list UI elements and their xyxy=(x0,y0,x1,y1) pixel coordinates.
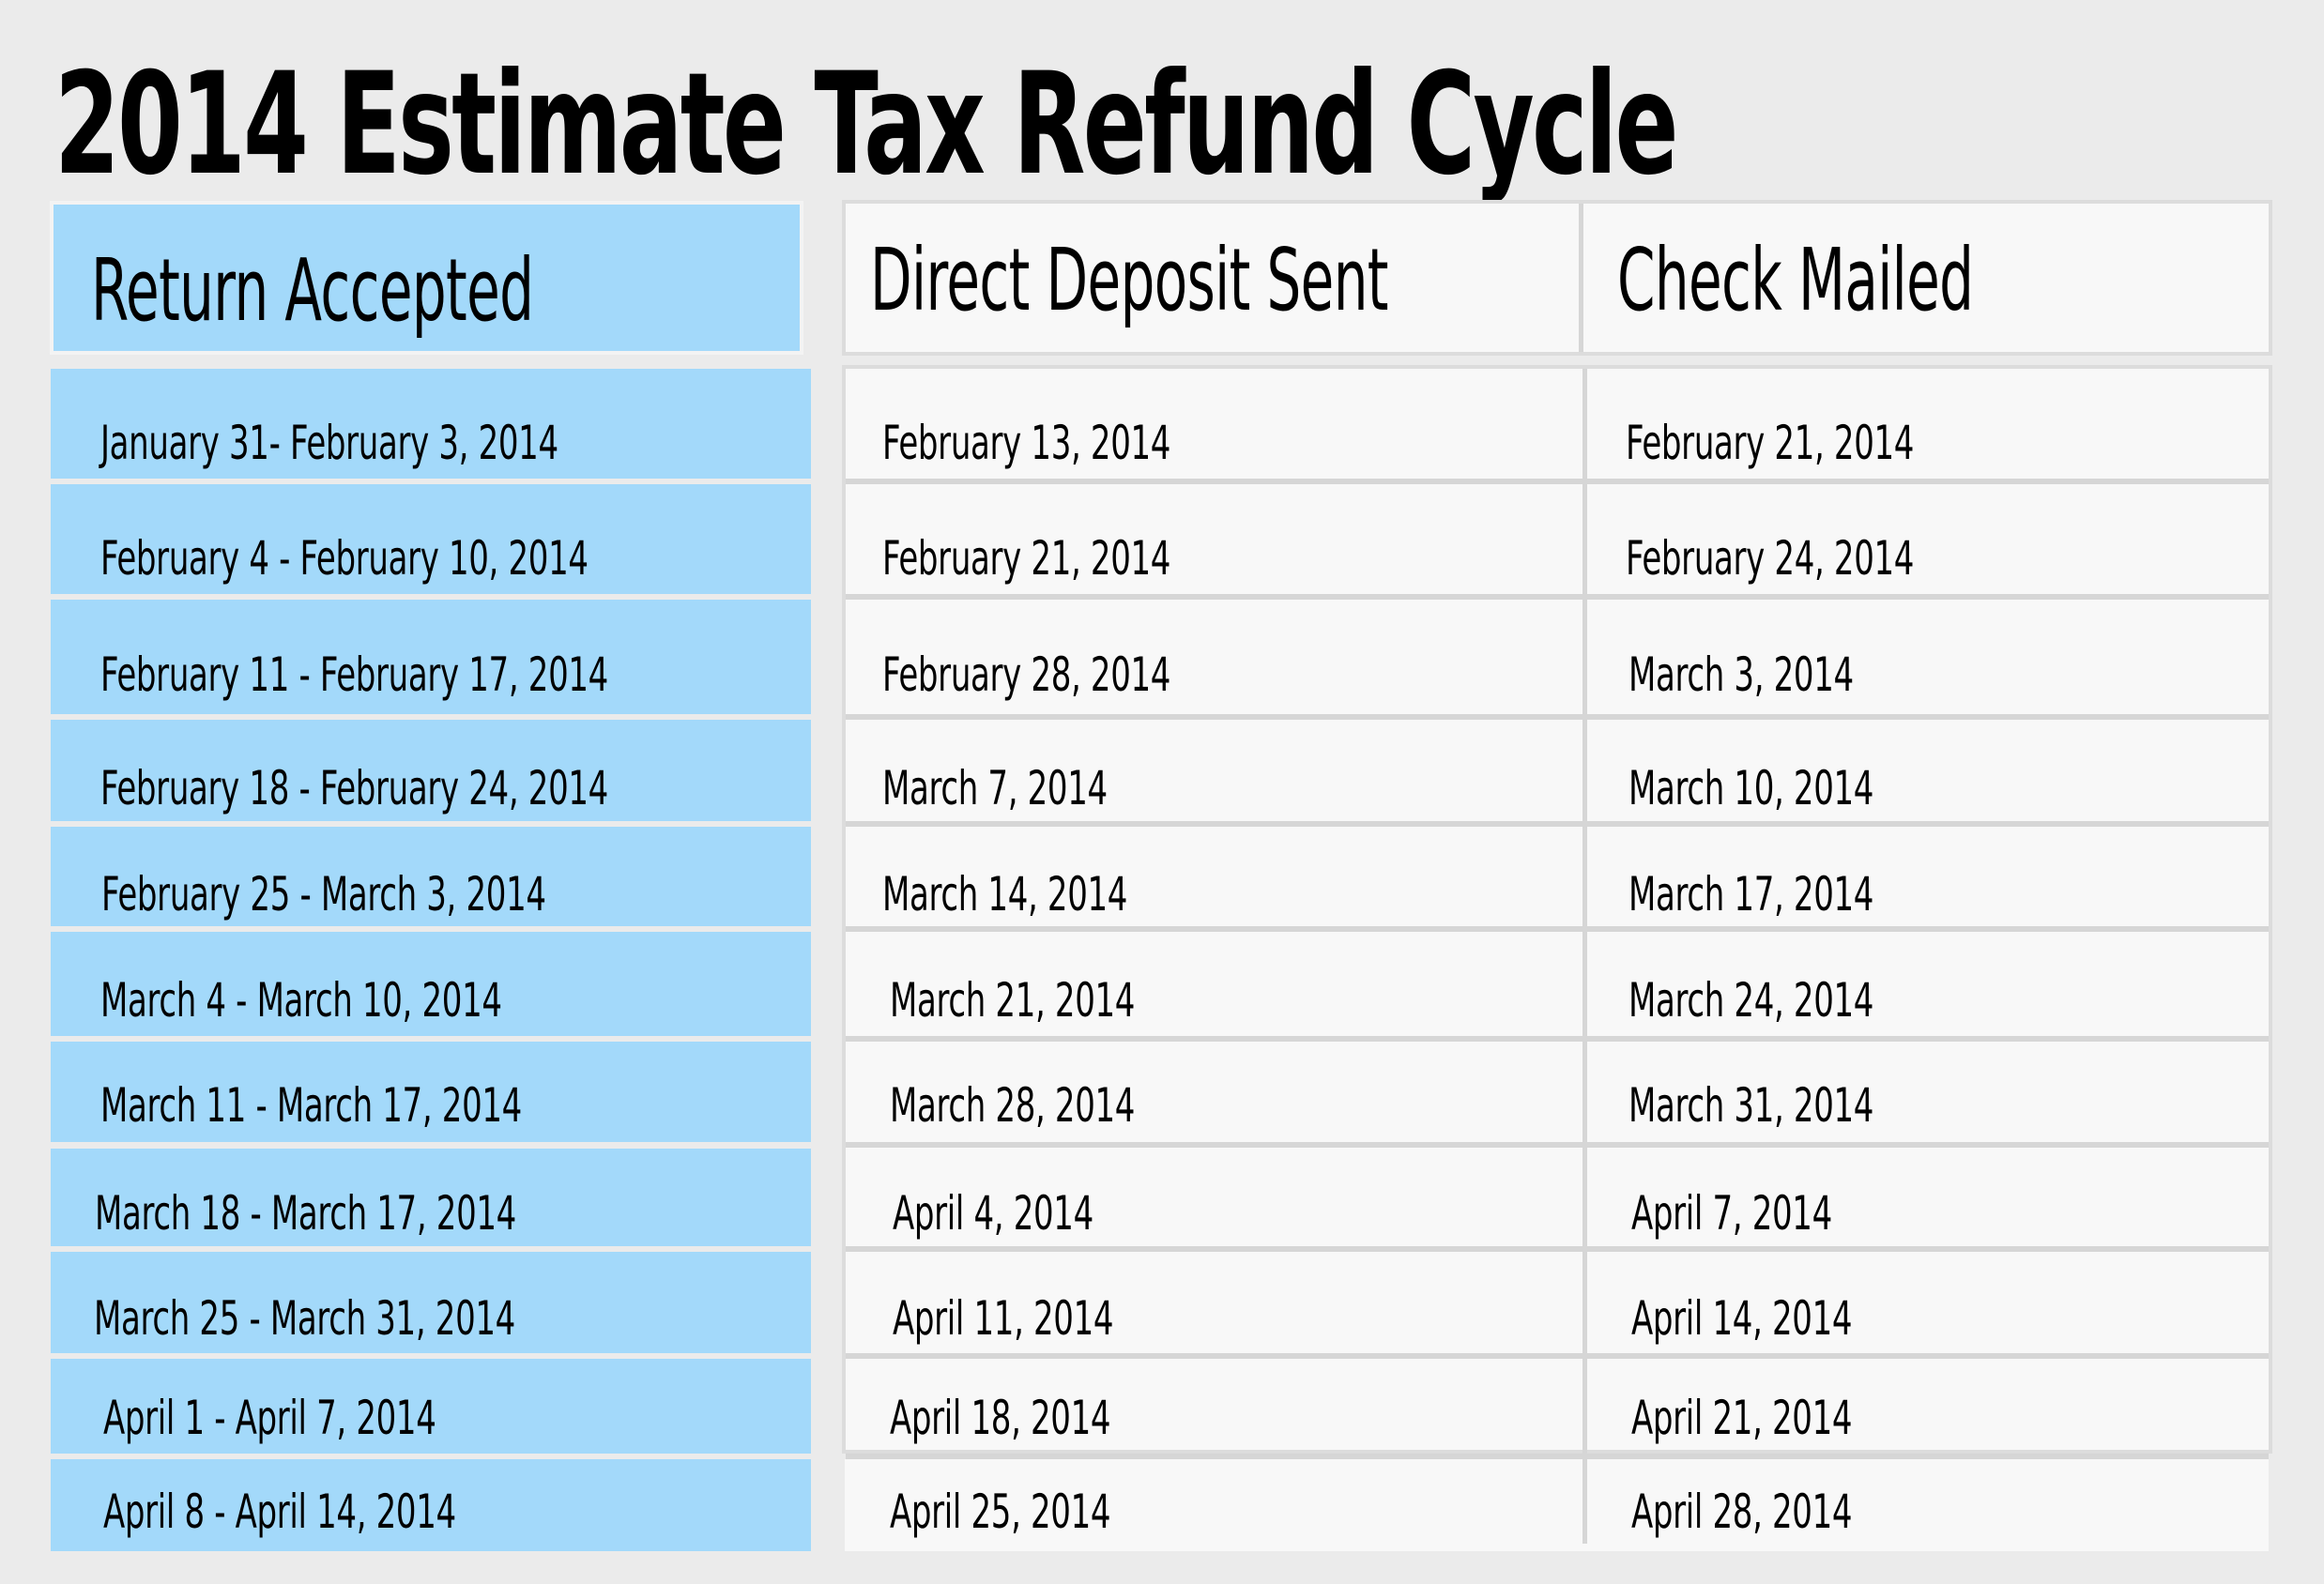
direct-deposit-date: February 28, 2014 xyxy=(882,647,1171,702)
check-mailed-date: April 21, 2014 xyxy=(1631,1391,1853,1445)
header-column-divider xyxy=(1579,204,1583,352)
return-accepted-range: January 31- February 3, 2014 xyxy=(100,416,558,470)
direct-deposit-date: April 4, 2014 xyxy=(893,1186,1093,1241)
return-accepted-range: March 4 - March 10, 2014 xyxy=(100,973,502,1028)
check-mailed-date: February 24, 2014 xyxy=(1626,531,1915,586)
check-mailed-date: March 17, 2014 xyxy=(1628,867,1874,921)
check-mailed-date: February 21, 2014 xyxy=(1626,416,1915,470)
check-mailed-date: April 28, 2014 xyxy=(1631,1485,1853,1539)
return-accepted-range: April 1 - April 7, 2014 xyxy=(103,1391,436,1445)
check-mailed-date: April 7, 2014 xyxy=(1631,1186,1832,1241)
body-column-divider xyxy=(1582,369,1587,1544)
row-divider xyxy=(846,594,2269,600)
direct-deposit-date: April 11, 2014 xyxy=(893,1291,1114,1346)
header-label-direct-deposit: Direct Deposit Sent xyxy=(870,230,1389,330)
direct-deposit-date: April 18, 2014 xyxy=(890,1391,1111,1445)
return-accepted-range: February 4 - February 10, 2014 xyxy=(100,531,589,586)
row-divider xyxy=(846,1454,2269,1459)
header-right-group: Direct Deposit Sent Check Mailed xyxy=(842,200,2272,356)
check-mailed-date: April 14, 2014 xyxy=(1631,1291,1853,1346)
row-divider xyxy=(846,1036,2269,1042)
page-title: 2014 Estimate Tax Refund Cycle xyxy=(54,43,1678,206)
row-divider xyxy=(846,821,2269,827)
row-divider xyxy=(846,479,2269,484)
row-divider xyxy=(846,714,2269,720)
direct-deposit-date: March 21, 2014 xyxy=(890,973,1136,1028)
row-divider xyxy=(846,1353,2269,1359)
return-accepted-range: February 11 - February 17, 2014 xyxy=(100,647,608,702)
return-accepted-range: March 11 - March 17, 2014 xyxy=(100,1078,522,1133)
header-label-return-accepted: Return Accepted xyxy=(91,240,534,341)
row-divider xyxy=(846,926,2269,932)
return-accepted-range: February 25 - March 3, 2014 xyxy=(101,867,546,921)
row-divider xyxy=(846,1142,2269,1148)
return-accepted-range: April 8 - April 14, 2014 xyxy=(103,1485,456,1539)
return-accepted-range: March 25 - March 31, 2014 xyxy=(94,1291,515,1346)
row-divider xyxy=(846,1246,2269,1252)
header-return-accepted: Return Accepted xyxy=(50,201,803,355)
direct-deposit-date: February 13, 2014 xyxy=(882,416,1171,470)
direct-deposit-date: March 14, 2014 xyxy=(882,867,1128,921)
return-accepted-range: March 18 - March 17, 2014 xyxy=(95,1186,516,1241)
check-mailed-date: March 3, 2014 xyxy=(1628,647,1854,702)
return-accepted-range: February 18 - February 24, 2014 xyxy=(100,761,608,815)
direct-deposit-date: February 21, 2014 xyxy=(882,531,1171,586)
check-mailed-date: March 31, 2014 xyxy=(1628,1078,1874,1133)
check-mailed-date: March 10, 2014 xyxy=(1628,761,1874,815)
check-mailed-date: March 24, 2014 xyxy=(1628,973,1874,1028)
header-label-check-mailed: Check Mailed xyxy=(1617,230,1974,330)
direct-deposit-date: March 7, 2014 xyxy=(882,761,1108,815)
direct-deposit-date: March 28, 2014 xyxy=(890,1078,1136,1133)
direct-deposit-date: April 25, 2014 xyxy=(890,1485,1111,1539)
